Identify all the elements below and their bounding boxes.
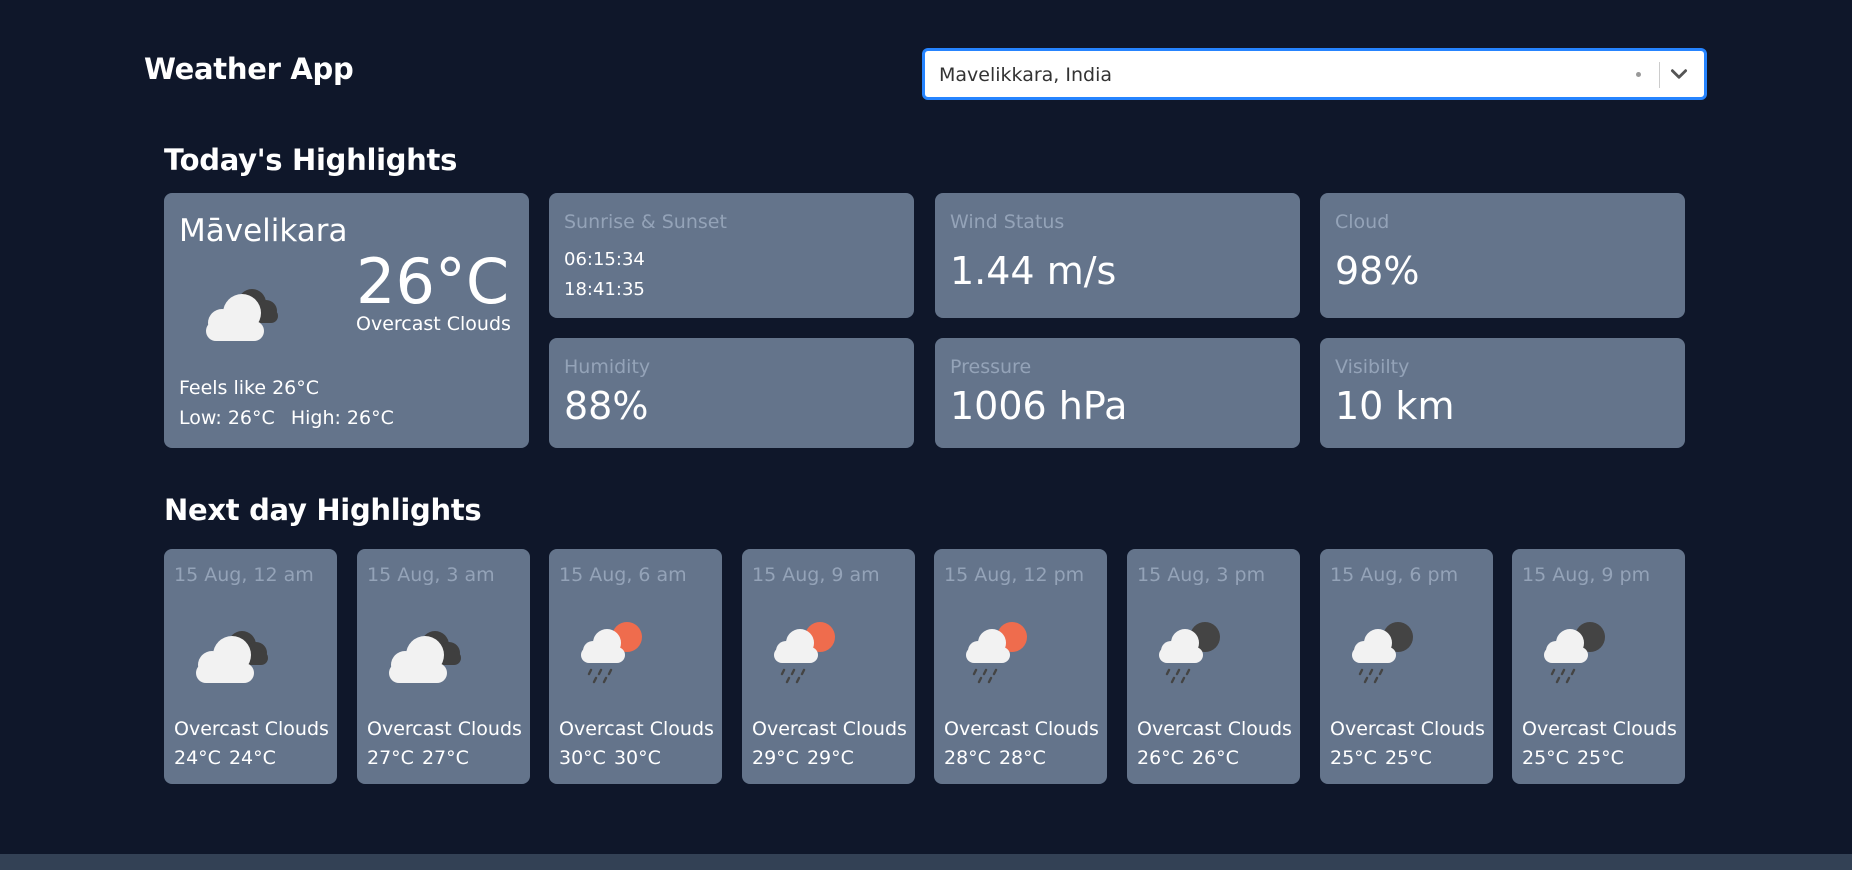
sunset-time: 18:41:35 (564, 279, 645, 300)
forecast-card: 15 Aug, 6 am Overcast Clouds 30°C 30°C (549, 549, 722, 784)
location-search-select[interactable]: Mavelikkara, India (923, 49, 1706, 99)
forecast-temperatures: 26°C 26°C (1137, 747, 1247, 769)
forecast-description: Overcast Clouds (944, 718, 1099, 740)
rain-day-icon (581, 622, 642, 684)
overcast-clouds-icon (206, 289, 278, 341)
forecast-temperatures: 25°C 25°C (1330, 747, 1440, 769)
search-selected-value[interactable]: Mavelikkara, India (939, 64, 1112, 86)
rain-night-icon (1544, 622, 1605, 684)
forecast-time: 15 Aug, 6 pm (1330, 564, 1459, 586)
rain-day-icon (774, 622, 835, 684)
forecast-description: Overcast Clouds (367, 718, 522, 740)
sunrise-time: 06:15:34 (564, 249, 645, 270)
forecast-temp-max: 29°C (806, 747, 854, 769)
forecast-temp-max: 28°C (998, 747, 1046, 769)
forecast-temp-min: 26°C (1137, 747, 1184, 769)
forecast-card: 15 Aug, 12 pm Overcast Clouds 28°C 28°C (934, 549, 1107, 784)
wind-status-value: 1.44 m/s (950, 249, 1117, 293)
current-description: Overcast Clouds (356, 313, 511, 335)
cloud-value: 98% (1335, 249, 1420, 293)
forecast-temp-min: 28°C (944, 747, 991, 769)
forecast-card: 15 Aug, 6 pm Overcast Clouds 25°C 25°C (1320, 549, 1493, 784)
rain-night-icon (1352, 622, 1413, 684)
cloud-label: Cloud (1335, 211, 1390, 233)
search-separator (1659, 62, 1660, 88)
rain-day-icon (966, 622, 1027, 684)
forecast-temp-max: 25°C (1576, 747, 1624, 769)
forecast-time: 15 Aug, 12 am (174, 564, 314, 586)
forecast-time: 15 Aug, 9 am (752, 564, 880, 586)
forecast-temp-max: 25°C (1384, 747, 1432, 769)
forecast-description: Overcast Clouds (752, 718, 907, 740)
humidity-card: Humidity 88% (549, 338, 914, 448)
pressure-card: Pressure 1006 hPa (935, 338, 1300, 448)
pressure-value: 1006 hPa (950, 384, 1128, 428)
forecast-card: 15 Aug, 3 am Overcast Clouds 27°C 27°C (357, 549, 530, 784)
low-high-temperature: Low: 26°C High: 26°C (179, 407, 404, 429)
high-temperature: High: 26°C (290, 407, 394, 429)
forecast-description: Overcast Clouds (1522, 718, 1677, 740)
city-name: Māvelikara (179, 213, 348, 249)
forecast-description: Overcast Clouds (1137, 718, 1292, 740)
forecast-description: Overcast Clouds (1330, 718, 1485, 740)
forecast-card: 15 Aug, 9 am Overcast Clouds 29°C 29°C (742, 549, 915, 784)
forecast-temperatures: 25°C 25°C (1522, 747, 1632, 769)
forecast-description: Overcast Clouds (559, 718, 714, 740)
app-title: Weather App (144, 52, 354, 86)
forecast-description: Overcast Clouds (174, 718, 329, 740)
visibility-label: Visibilty (1335, 356, 1410, 378)
visibility-value: 10 km (1335, 384, 1455, 428)
todays-highlights-title: Today's Highlights (164, 143, 458, 177)
feels-like: Feels like 26°C (179, 377, 320, 399)
forecast-temperatures: 24°C 24°C (174, 747, 284, 769)
rain-night-icon (1159, 622, 1220, 684)
forecast-temp-max: 26°C (1191, 747, 1239, 769)
humidity-label: Humidity (564, 356, 651, 378)
forecast-time: 15 Aug, 12 pm (944, 564, 1085, 586)
forecast-temp-max: 24°C (228, 747, 276, 769)
forecast-temp-min: 24°C (174, 747, 221, 769)
forecast-card: 15 Aug, 9 pm Overcast Clouds 25°C 25°C (1512, 549, 1685, 784)
current-temperature: 26°C (356, 245, 510, 318)
forecast-time: 15 Aug, 6 am (559, 564, 687, 586)
sunrise-sunset-card: Sunrise & Sunset 06:15:34 18:41:35 (549, 193, 914, 318)
next-day-highlights-title: Next day Highlights (164, 493, 482, 527)
current-weather-card: Māvelikara 26°C Overcast Clouds Feels li… (164, 193, 529, 448)
forecast-temp-max: 27°C (421, 747, 469, 769)
sunrise-sunset-label: Sunrise & Sunset (564, 211, 727, 233)
forecast-temp-min: 27°C (367, 747, 414, 769)
forecast-time: 15 Aug, 3 pm (1137, 564, 1266, 586)
humidity-value: 88% (564, 384, 649, 428)
forecast-temp-min: 30°C (559, 747, 606, 769)
forecast-temp-min: 25°C (1522, 747, 1569, 769)
forecast-card: 15 Aug, 3 pm Overcast Clouds 26°C 26°C (1127, 549, 1300, 784)
forecast-temp-min: 29°C (752, 747, 799, 769)
wind-status-card: Wind Status 1.44 m/s (935, 193, 1300, 318)
forecast-temperatures: 27°C 27°C (367, 747, 477, 769)
footer-bar (0, 854, 1852, 870)
overcast-clouds-icon (196, 631, 268, 683)
sun-times: 06:15:34 18:41:35 (564, 245, 645, 305)
forecast-time: 15 Aug, 9 pm (1522, 564, 1651, 586)
loading-indicator-icon (1636, 72, 1641, 77)
pressure-label: Pressure (950, 356, 1032, 378)
chevron-down-icon[interactable] (1668, 63, 1690, 85)
forecast-temperatures: 28°C 28°C (944, 747, 1054, 769)
forecast-temperatures: 29°C 29°C (752, 747, 862, 769)
low-temperature: Low: 26°C (179, 407, 275, 429)
visibility-card: Visibilty 10 km (1320, 338, 1685, 448)
forecast-card: 15 Aug, 12 am Overcast Clouds 24°C 24°C (164, 549, 337, 784)
forecast-time: 15 Aug, 3 am (367, 564, 495, 586)
forecast-temp-max: 30°C (613, 747, 661, 769)
forecast-temp-min: 25°C (1330, 747, 1377, 769)
wind-status-label: Wind Status (950, 211, 1065, 233)
forecast-temperatures: 30°C 30°C (559, 747, 669, 769)
app-header: Weather App Mavelikkara, India (0, 0, 1852, 140)
overcast-clouds-icon (389, 631, 461, 683)
cloud-card: Cloud 98% (1320, 193, 1685, 318)
